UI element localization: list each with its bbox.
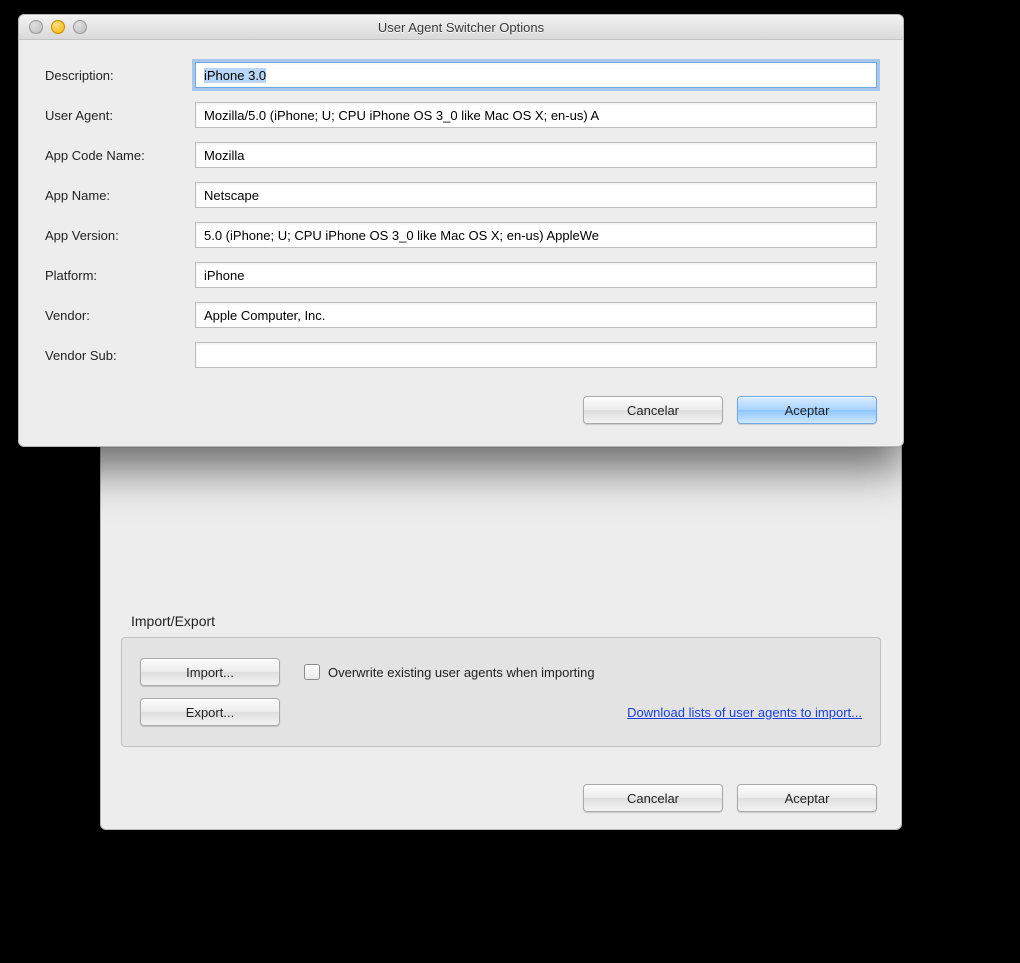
user-agent-form: Description: User Agent: App Code Name: …: [19, 40, 903, 388]
platform-input[interactable]: [195, 262, 877, 288]
description-label: Description:: [45, 68, 195, 83]
checkbox-icon: [304, 664, 320, 680]
vendor-sub-label: Vendor Sub:: [45, 348, 195, 363]
vendor-sub-input[interactable]: [195, 342, 877, 368]
options-accept-button[interactable]: Aceptar: [737, 784, 877, 812]
titlebar: User Agent Switcher Options: [19, 15, 903, 40]
app-version-input[interactable]: [195, 222, 877, 248]
overwrite-checkbox-label: Overwrite existing user agents when impo…: [328, 665, 595, 680]
app-code-name-label: App Code Name:: [45, 148, 195, 163]
window-title: User Agent Switcher Options: [19, 20, 903, 35]
overwrite-checkbox[interactable]: Overwrite existing user agents when impo…: [304, 664, 595, 680]
vendor-label: Vendor:: [45, 308, 195, 323]
platform-label: Platform:: [45, 268, 195, 283]
cancel-button[interactable]: Cancelar: [583, 396, 723, 424]
dialog-footer: Cancelar Aceptar: [19, 388, 903, 446]
app-name-label: App Name:: [45, 188, 195, 203]
app-version-label: App Version:: [45, 228, 195, 243]
import-export-title: Import/Export: [131, 613, 881, 629]
accept-button[interactable]: Aceptar: [737, 396, 877, 424]
import-export-panel: Import... Overwrite existing user agents…: [121, 637, 881, 747]
download-lists-link[interactable]: Download lists of user agents to import.…: [627, 705, 862, 720]
import-button[interactable]: Import...: [140, 658, 280, 686]
user-agent-input[interactable]: [195, 102, 877, 128]
import-export-section: Import/Export Import... Overwrite existi…: [121, 613, 881, 747]
options-cancel-button[interactable]: Cancelar: [583, 784, 723, 812]
vendor-input[interactable]: [195, 302, 877, 328]
user-agent-label: User Agent:: [45, 108, 195, 123]
app-code-name-input[interactable]: [195, 142, 877, 168]
options-footer: Cancelar Aceptar: [101, 767, 901, 829]
description-input[interactable]: [195, 62, 877, 88]
edit-user-agent-dialog: User Agent Switcher Options Description:…: [18, 14, 904, 447]
export-button[interactable]: Export...: [140, 698, 280, 726]
app-name-input[interactable]: [195, 182, 877, 208]
